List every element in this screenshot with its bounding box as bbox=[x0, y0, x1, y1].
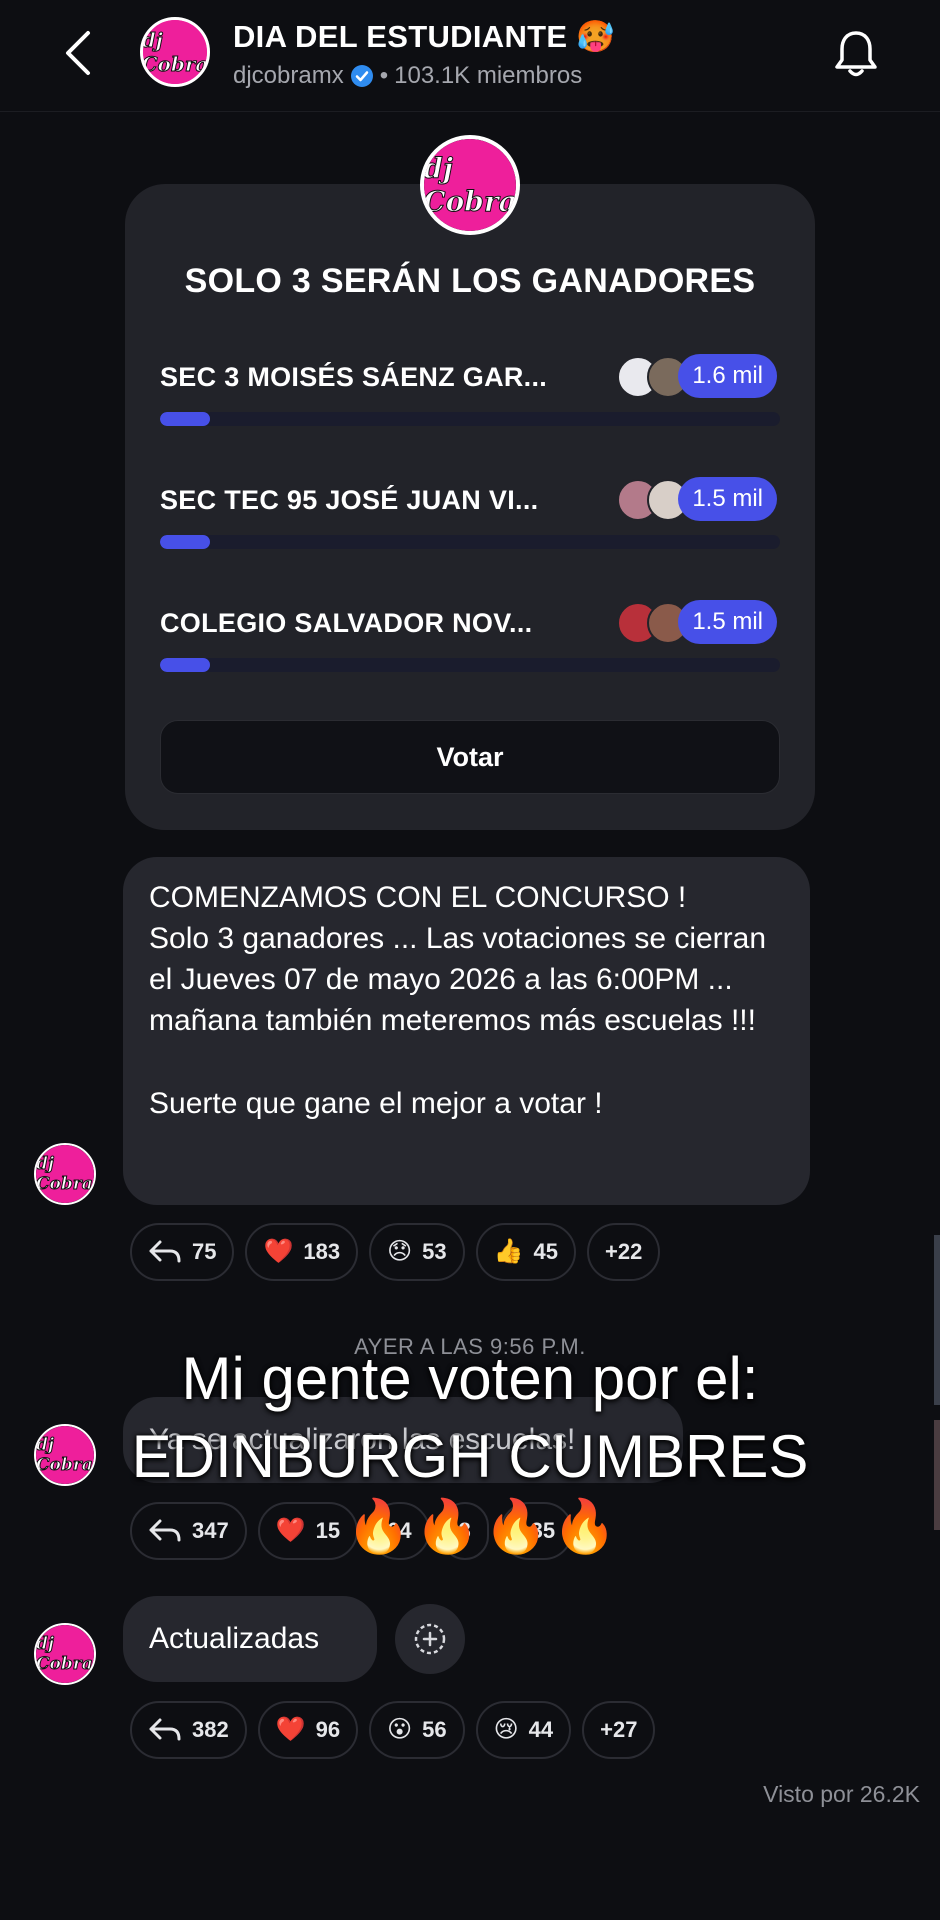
separator-dot: • bbox=[379, 62, 389, 89]
reaction-count: 382 bbox=[192, 1717, 229, 1742]
verified-badge-icon bbox=[350, 65, 373, 87]
vote-button[interactable]: Votar bbox=[160, 720, 780, 794]
progress-bar bbox=[160, 412, 780, 426]
poll-option[interactable]: SEC 3 MOISÉS SÁENZ GAR... 1.6 mil bbox=[160, 354, 780, 454]
poll-option[interactable]: SEC TEC 95 JOSÉ JUAN VI... 1.5 mil bbox=[160, 477, 780, 577]
poll-option-label: SEC 3 MOISÉS SÁENZ GAR... bbox=[160, 362, 548, 392]
reaction-count: 75 bbox=[192, 1239, 217, 1264]
reaction-chip-heart[interactable]: ❤️ 96 bbox=[257, 1701, 359, 1759]
reaction-count: +27 bbox=[600, 1717, 638, 1742]
poll-question: SOLO 3 SERÁN LOS GANADORES bbox=[184, 262, 756, 300]
reaction-row: 75 ❤️ 183 😞 53 👍 45 +22 bbox=[130, 1223, 661, 1281]
back-arrow-icon[interactable] bbox=[60, 28, 100, 78]
reaction-count: 183 bbox=[303, 1239, 341, 1264]
message-line: Suerte que gane el mejor a votar ! bbox=[149, 1087, 603, 1120]
overlay-line: EDINBURGH CUMBRES bbox=[131, 1423, 809, 1490]
edge-strip bbox=[934, 1420, 940, 1530]
reaction-row: 382 ❤️ 96 😮 56 😢 44 +27 bbox=[130, 1701, 656, 1759]
voter-avatars: 1.6 mil bbox=[617, 354, 777, 400]
message-avatar[interactable]: dj Cobra bbox=[34, 1143, 96, 1205]
voter-avatars: 1.5 mil bbox=[617, 477, 777, 523]
channel-header: dj Cobra DIA DEL ESTUDIANTE 🥵 djcobramx … bbox=[0, 0, 940, 112]
message-bubble[interactable]: Actualizadas bbox=[123, 1596, 377, 1682]
heart-icon: ❤️ bbox=[275, 1716, 306, 1743]
message-line: COMENZAMOS CON EL CONCURSO ! bbox=[149, 881, 687, 914]
reaction-chip-thumbs-up[interactable]: 👍 45 bbox=[475, 1223, 576, 1281]
message-line: Solo 3 ganadores ... Las votaciones se c… bbox=[149, 922, 767, 1037]
reply-icon bbox=[149, 1519, 181, 1542]
add-reaction-icon bbox=[414, 1623, 446, 1655]
seen-by-count: Visto por 26.2K bbox=[763, 1781, 920, 1807]
message-text: Actualizadas bbox=[149, 1622, 320, 1655]
poll-option-label: COLEGIO SALVADOR NOV... bbox=[160, 608, 533, 638]
vote-count-badge: 1.6 mil bbox=[678, 354, 777, 398]
vote-count-badge: 1.5 mil bbox=[678, 600, 777, 644]
progress-fill bbox=[160, 658, 210, 672]
poll-option-label: SEC TEC 95 JOSÉ JUAN VI... bbox=[160, 485, 539, 515]
reaction-count: 44 bbox=[528, 1717, 554, 1742]
reaction-chip-heart[interactable]: ❤️ 15 bbox=[257, 1502, 359, 1560]
reaction-chip-hushed[interactable]: 😮 56 bbox=[369, 1701, 465, 1759]
more-reactions-chip[interactable]: +27 bbox=[582, 1701, 656, 1759]
progress-bar bbox=[160, 535, 780, 549]
progress-bar bbox=[160, 658, 780, 672]
channel-subtitle: djcobramx • 103.1K miembros bbox=[233, 62, 582, 90]
more-reactions-chip[interactable]: +22 bbox=[586, 1223, 661, 1281]
reply-count-chip[interactable]: 75 bbox=[130, 1223, 235, 1281]
channel-handle: djcobramx bbox=[233, 62, 344, 89]
reaction-count: 45 bbox=[533, 1239, 558, 1264]
reaction-chip-crying[interactable]: 😢 44 bbox=[475, 1701, 572, 1759]
add-reaction-button[interactable] bbox=[395, 1604, 465, 1674]
reply-icon bbox=[149, 1240, 181, 1263]
progress-fill bbox=[160, 412, 210, 426]
message-avatar[interactable]: dj Cobra bbox=[34, 1623, 96, 1685]
reaction-count: 15 bbox=[315, 1518, 341, 1543]
reaction-count: 53 bbox=[422, 1239, 447, 1264]
edge-strip bbox=[934, 1235, 940, 1405]
thumbs-up-icon: 👍 bbox=[493, 1238, 524, 1265]
message-bubble[interactable]: COMENZAMOS CON EL CONCURSO ! Solo 3 gana… bbox=[123, 857, 810, 1205]
reaction-count: +22 bbox=[604, 1239, 643, 1264]
overlay-line: Mi gente voten por el: bbox=[181, 1345, 759, 1412]
channel-title[interactable]: DIA DEL ESTUDIANTE 🥵 bbox=[233, 18, 615, 55]
disappointed-face-icon: 😞 bbox=[387, 1238, 413, 1265]
reaction-count: 96 bbox=[315, 1717, 341, 1742]
poll-card: SOLO 3 SERÁN LOS GANADORES SEC 3 MOISÉS … bbox=[125, 184, 815, 830]
reaction-count: 347 bbox=[192, 1518, 229, 1543]
poll-option[interactable]: COLEGIO SALVADOR NOV... 1.5 mil bbox=[160, 600, 780, 700]
fire-emoji-row: 🔥🔥🔥🔥 bbox=[346, 1498, 621, 1556]
progress-fill bbox=[160, 535, 210, 549]
reaction-chip-disappointed[interactable]: 😞 53 bbox=[369, 1223, 465, 1281]
channel-avatar[interactable]: dj Cobra bbox=[140, 17, 210, 87]
overlay-caption: Mi gente voten por el: EDINBURGH CUMBRES bbox=[0, 1340, 940, 1496]
reply-count-chip[interactable]: 382 bbox=[130, 1701, 247, 1759]
heart-icon: ❤️ bbox=[275, 1517, 306, 1544]
reaction-count: 56 bbox=[422, 1717, 447, 1742]
member-count: 103.1K miembros bbox=[394, 62, 583, 89]
reply-count-chip[interactable]: 347 bbox=[130, 1502, 247, 1560]
poll-channel-avatar: dj Cobra bbox=[420, 135, 520, 235]
hushed-face-icon: 😮 bbox=[387, 1716, 413, 1743]
crying-face-icon: 😢 bbox=[493, 1716, 519, 1743]
reply-icon bbox=[149, 1718, 181, 1741]
vote-count-badge: 1.5 mil bbox=[678, 477, 777, 521]
reaction-chip-heart[interactable]: ❤️ 183 bbox=[245, 1223, 359, 1281]
voter-avatars: 1.5 mil bbox=[617, 600, 777, 646]
heart-icon: ❤️ bbox=[263, 1238, 294, 1265]
notification-bell-icon[interactable] bbox=[832, 28, 880, 80]
